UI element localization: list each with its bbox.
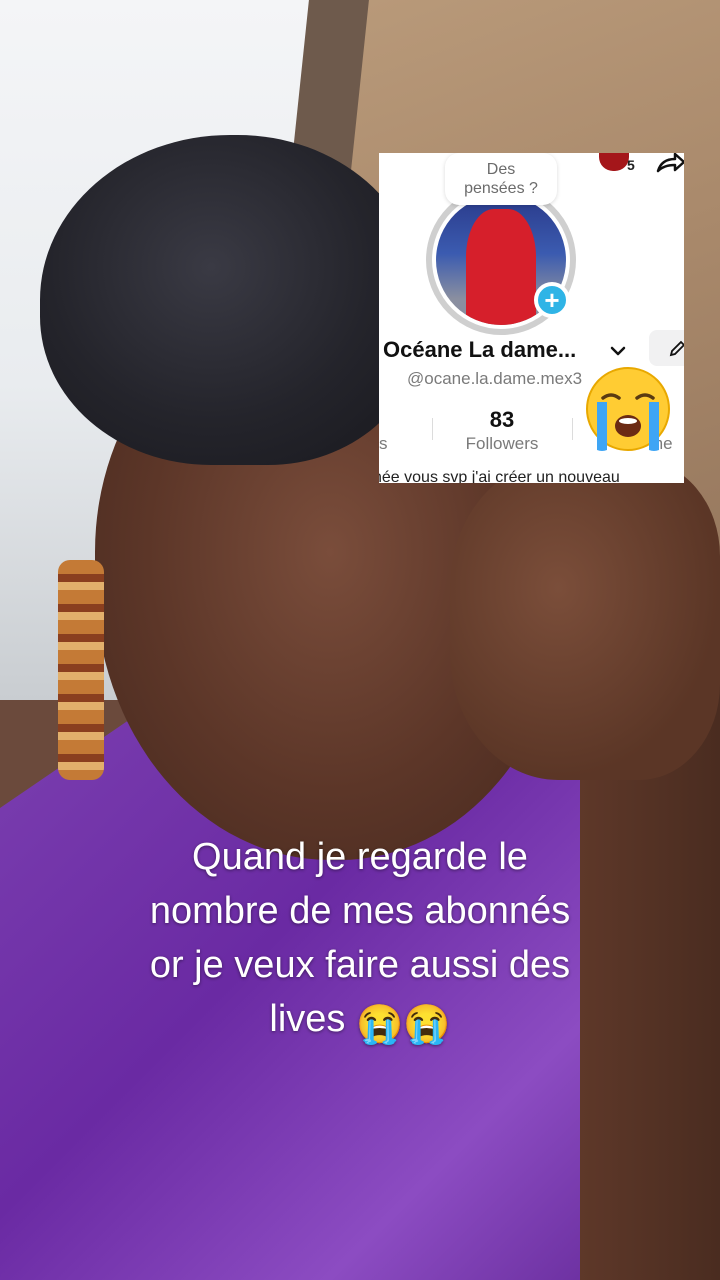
bio-text: née vous svp j'ai créer un nouveau xyxy=(379,469,620,483)
earring xyxy=(58,560,104,780)
top-count: 5 xyxy=(627,157,635,173)
chevron-down-icon[interactable] xyxy=(608,341,628,361)
plus-icon[interactable]: + xyxy=(534,282,570,318)
caption-crying-emoji: 😭😭 xyxy=(355,1004,451,1046)
thought-bubble[interactable]: Des pensées ? xyxy=(445,153,557,205)
thought-bubble-line1: Des xyxy=(486,161,516,178)
hair xyxy=(40,135,420,465)
username: @ocane.la.dame.mex3 xyxy=(407,369,583,388)
caption-line3: or je veux faire aussi des xyxy=(149,944,571,986)
caption-line4: lives xyxy=(269,998,346,1040)
caption-line1: Quand je regarde le xyxy=(192,836,528,878)
small-avatar xyxy=(599,153,629,171)
display-name: Océane La dame... xyxy=(383,337,577,362)
share-icon[interactable] xyxy=(655,153,684,175)
crying-face-icon xyxy=(586,367,670,451)
edit-button[interactable] xyxy=(649,330,684,366)
pencil-icon xyxy=(669,340,684,357)
thought-bubble-line2: pensées ? xyxy=(464,180,538,197)
avatar-photo xyxy=(466,209,536,325)
video-caption: Quand je regarde le nombre de mes abonné… xyxy=(60,830,660,1052)
stat-divider xyxy=(572,418,573,440)
hand xyxy=(450,460,720,780)
caption-line2: nombre de mes abonnés xyxy=(149,890,571,932)
